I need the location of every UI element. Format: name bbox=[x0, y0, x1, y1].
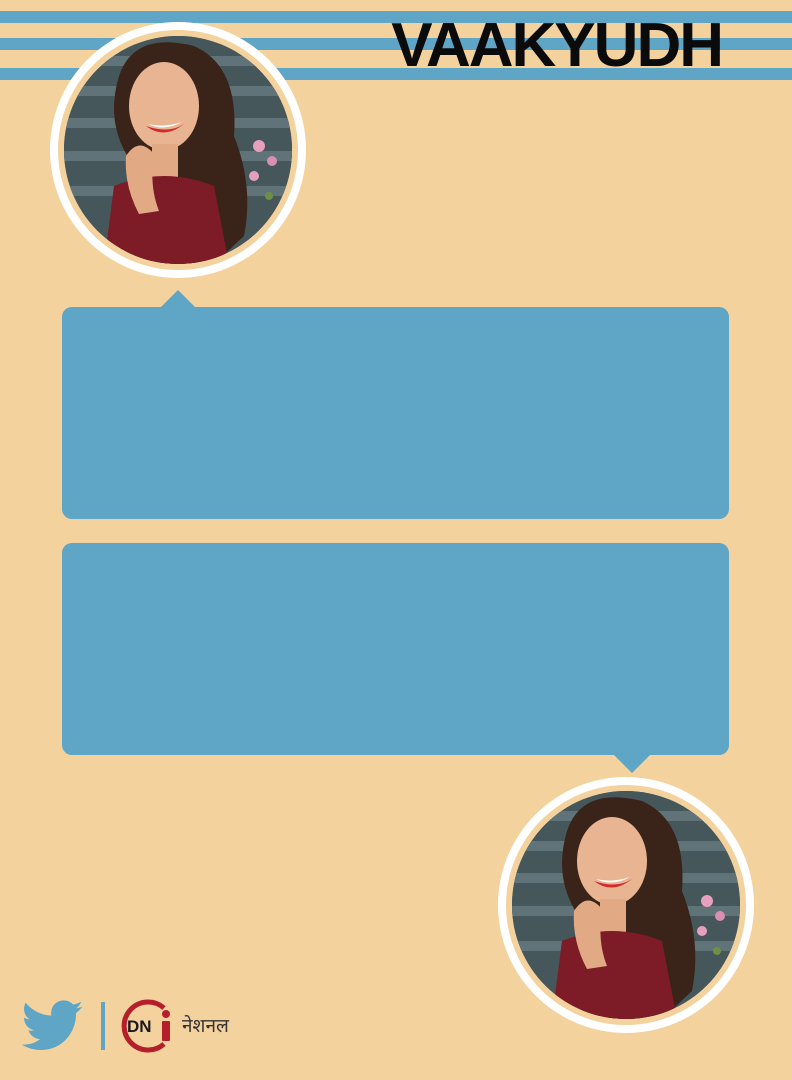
brand-label: नेशनल bbox=[182, 1015, 229, 1037]
dna-logo[interactable]: DN bbox=[118, 996, 178, 1056]
bubble-top-pointer bbox=[160, 290, 196, 308]
avatar-bottom bbox=[498, 777, 754, 1033]
speech-bubble-top bbox=[62, 307, 729, 519]
bubble-bottom-pointer bbox=[614, 755, 650, 773]
svg-text:DN: DN bbox=[127, 1017, 152, 1036]
footer-divider bbox=[101, 1002, 105, 1050]
page-title: VAAKYUDH bbox=[391, 11, 724, 80]
portrait-photo bbox=[64, 36, 292, 264]
dna-logo-mark: DN bbox=[121, 999, 170, 1053]
speech-bubble-bottom bbox=[62, 543, 729, 755]
twitter-bird-icon[interactable] bbox=[21, 1000, 84, 1052]
avatar-top bbox=[50, 22, 306, 278]
portrait-photo bbox=[512, 791, 740, 1019]
